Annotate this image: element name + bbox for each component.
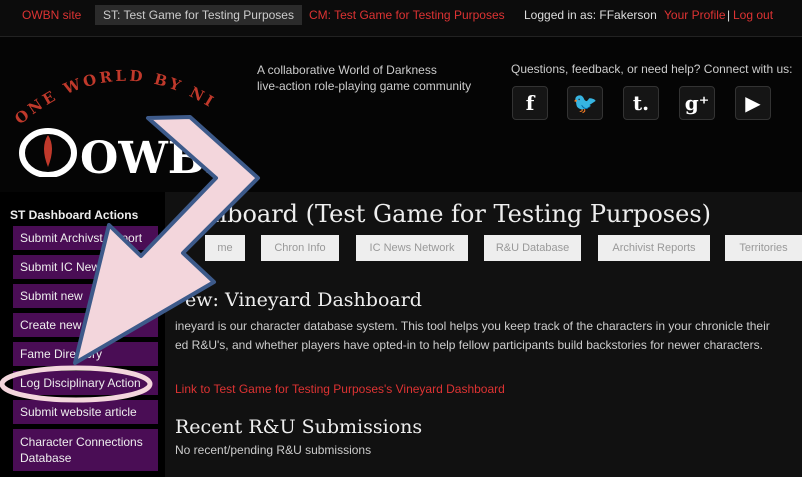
logo-main-text: OWBN — [80, 133, 220, 177]
sidebar-item-submit-website-article[interactable]: Submit website article — [13, 400, 158, 424]
youtube-icon[interactable]: ▶ — [735, 86, 771, 120]
tab-chron-info[interactable]: Chron Info — [261, 235, 339, 261]
sidebar-item-character-connections[interactable]: Character Connections Database — [13, 429, 158, 471]
logo-arc-text: ONE WORLD BY NIGHT — [8, 55, 216, 128]
facebook-icon[interactable]: f — [512, 86, 548, 120]
tab-ru-database[interactable]: R&U Database — [484, 235, 581, 261]
logout-link[interactable]: Log out — [733, 8, 773, 22]
google-plus-icon[interactable]: g⁺ — [679, 86, 715, 120]
tab-archivist-reports[interactable]: Archivist Reports — [598, 235, 710, 261]
twitter-icon[interactable]: 🐦 — [567, 86, 603, 120]
sidebar-item-fame-directory[interactable]: Fame Directory — [13, 342, 158, 366]
recent-ru-heading: Recent R&U Submissions — [175, 416, 423, 438]
connect-text: Questions, feedback, or need help? Conne… — [511, 62, 793, 76]
tab-home[interactable]: me — [205, 235, 245, 261]
sidebar-item-log-disciplinary-action[interactable]: Log Disciplinary Action — [13, 371, 158, 395]
sidebar-item-submit-new[interactable]: Submit new — [13, 284, 158, 308]
tab-ic-news-network[interactable]: IC News Network — [356, 235, 468, 261]
page-title: ashboard (Test Game for Testing Purposes… — [185, 200, 711, 228]
your-profile-link[interactable]: Your Profile — [664, 8, 726, 22]
tumblr-icon[interactable]: t. — [623, 86, 659, 120]
tagline-line2: live-action role-playing game community — [257, 79, 472, 93]
no-submissions-text: No recent/pending R&U submissions — [175, 443, 372, 457]
cm-game-link[interactable]: CM: Test Game for Testing Purposes — [309, 8, 505, 22]
nav-separator: | — [727, 8, 731, 22]
sidebar-item-create-new[interactable]: Create new Fa — [13, 313, 158, 337]
tagline-line1: A collaborative World of Darkness — [257, 63, 437, 77]
sidebar-item-submit-ic-news[interactable]: Submit IC News Rep — [13, 255, 158, 279]
vineyard-heading: ew: Vineyard Dashboard — [185, 289, 422, 311]
st-game-tab[interactable]: ST: Test Game for Testing Purposes — [95, 5, 302, 25]
logged-in-text: Logged in as: FFakerson — [524, 8, 657, 22]
vineyard-dashboard-link[interactable]: Link to Test Game for Testing Purposes's… — [175, 382, 505, 396]
sidebar-title: ST Dashboard Actions — [10, 208, 139, 222]
tab-territories[interactable]: Territories — [725, 235, 802, 261]
svg-text:ONE WORLD BY NIGHT: ONE WORLD BY NIGHT — [8, 55, 219, 128]
sidebar-item-submit-archivist-report[interactable]: Submit Archivst Report — [13, 226, 158, 250]
owbn-site-link[interactable]: OWBN site — [22, 8, 81, 22]
owbn-logo[interactable]: ONE WORLD BY NIGHT OWBN — [8, 55, 220, 177]
top-nav-bar: OWBN site ST: Test Game for Testing Purp… — [0, 0, 802, 37]
vineyard-description: ineyard is our character database system… — [175, 319, 770, 352]
tagline: A collaborative World of Darkness live-a… — [257, 62, 471, 94]
